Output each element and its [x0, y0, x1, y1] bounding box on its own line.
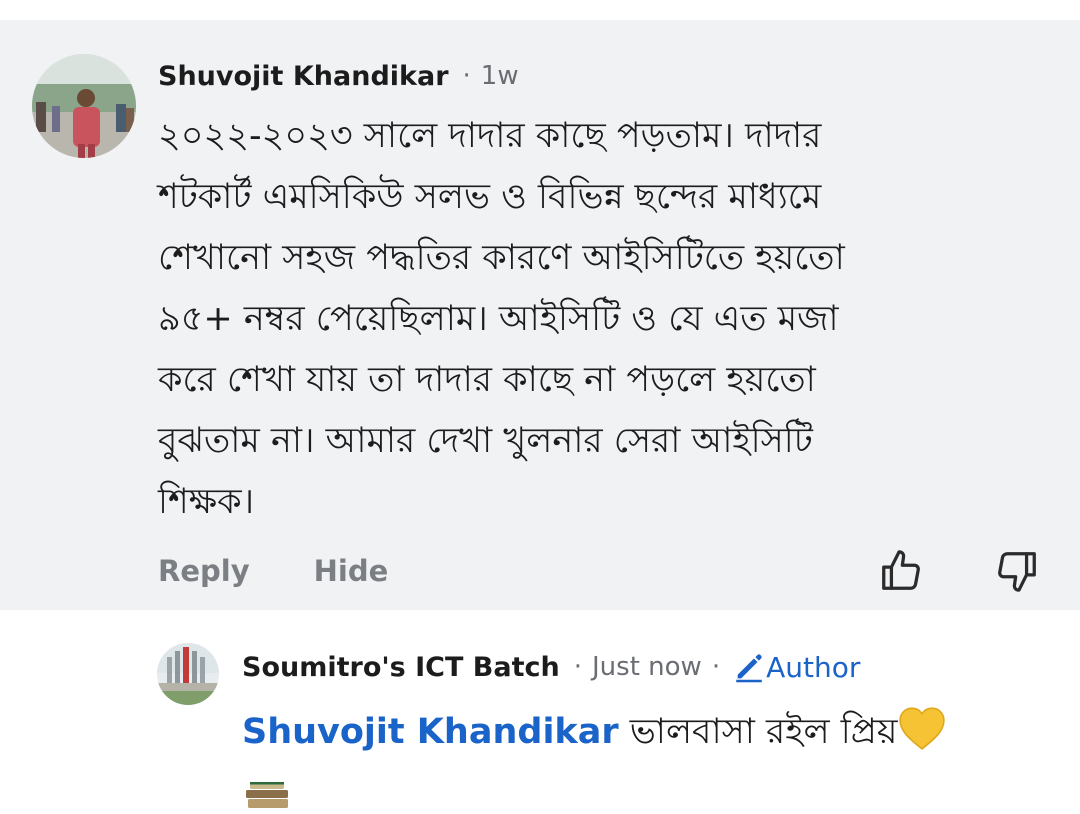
- top-strip: [0, 0, 1080, 20]
- mention-link[interactable]: Shuvojit Khandikar: [242, 712, 619, 752]
- yellow-heart-icon: [897, 705, 947, 751]
- reply-avatar[interactable]: [157, 643, 219, 705]
- meta-separator: ·: [711, 652, 721, 682]
- comment-body: ২০২২-২০২৩ সালে দাদার কাছে পড়তাম। দাদার …: [158, 116, 845, 522]
- comment-author[interactable]: Shuvojit Khandikar: [158, 61, 449, 92]
- thumbs-up-icon[interactable]: [878, 548, 924, 594]
- reply-button[interactable]: Reply: [158, 554, 250, 588]
- reply-header: Soumitro's ICT Batch · Just now · Author: [242, 646, 860, 688]
- reply-body: Shuvojit Khandikar ভালবাসা রইল প্রিয়: [242, 702, 947, 762]
- meta-separator: ·: [573, 652, 582, 682]
- author-badge: Author: [732, 650, 860, 684]
- pencil-icon: [732, 650, 766, 684]
- commenter-avatar[interactable]: [32, 54, 136, 158]
- comment-timestamp: 1w: [480, 61, 519, 91]
- comment-header: Shuvojit Khandikar · 1w: [158, 56, 519, 96]
- reply-message: ভালবাসা রইল প্রিয়: [618, 712, 898, 752]
- reply-timestamp: Just now: [592, 652, 702, 682]
- comment-actions: Reply Hide: [158, 550, 388, 592]
- thumbs-down-icon[interactable]: [994, 548, 1040, 594]
- books-icon: [242, 778, 294, 810]
- author-badge-label: Author: [766, 650, 861, 684]
- comment-card: Shuvojit Khandikar · 1w ২০২২-২০২৩ সালে দ…: [0, 20, 1080, 610]
- reply-author[interactable]: Soumitro's ICT Batch: [242, 652, 560, 683]
- meta-separator: ·: [462, 61, 471, 91]
- hide-button[interactable]: Hide: [314, 554, 389, 588]
